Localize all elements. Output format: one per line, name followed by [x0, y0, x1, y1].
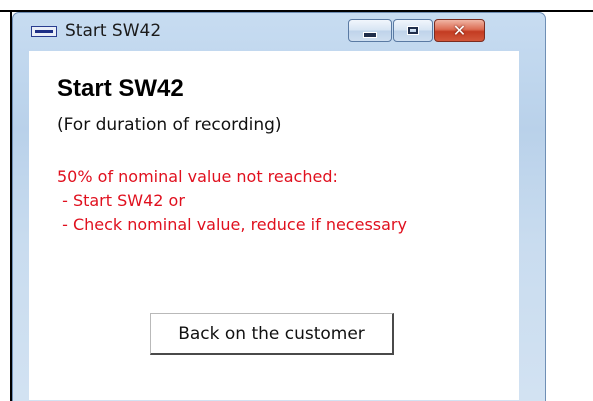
minimize-icon	[363, 31, 377, 38]
minimize-button[interactable]	[348, 19, 392, 42]
dialog-window: Start SW42 ✕ Start SW42 (For duration of…	[12, 12, 546, 401]
warning-message-line: 50% of nominal value not reached:	[57, 167, 338, 186]
close-icon: ✕	[452, 20, 467, 40]
window-title: Start SW42	[65, 21, 162, 41]
close-button[interactable]: ✕	[434, 19, 485, 42]
back-button[interactable]: Back on the customer	[150, 313, 394, 355]
maximize-icon	[407, 26, 419, 35]
maximize-button[interactable]	[393, 19, 433, 42]
title-bar[interactable]: Start SW42 ✕	[13, 13, 545, 51]
dialog-subtitle: (For duration of recording)	[57, 115, 282, 135]
warning-message-line: - Start SW42 or	[57, 191, 185, 210]
app-icon	[31, 26, 57, 37]
dialog-heading: Start SW42	[57, 75, 184, 102]
warning-message-line: - Check nominal value, reduce if necessa…	[57, 215, 407, 234]
dialog-content: Start SW42 (For duration of recording) 5…	[29, 51, 519, 400]
